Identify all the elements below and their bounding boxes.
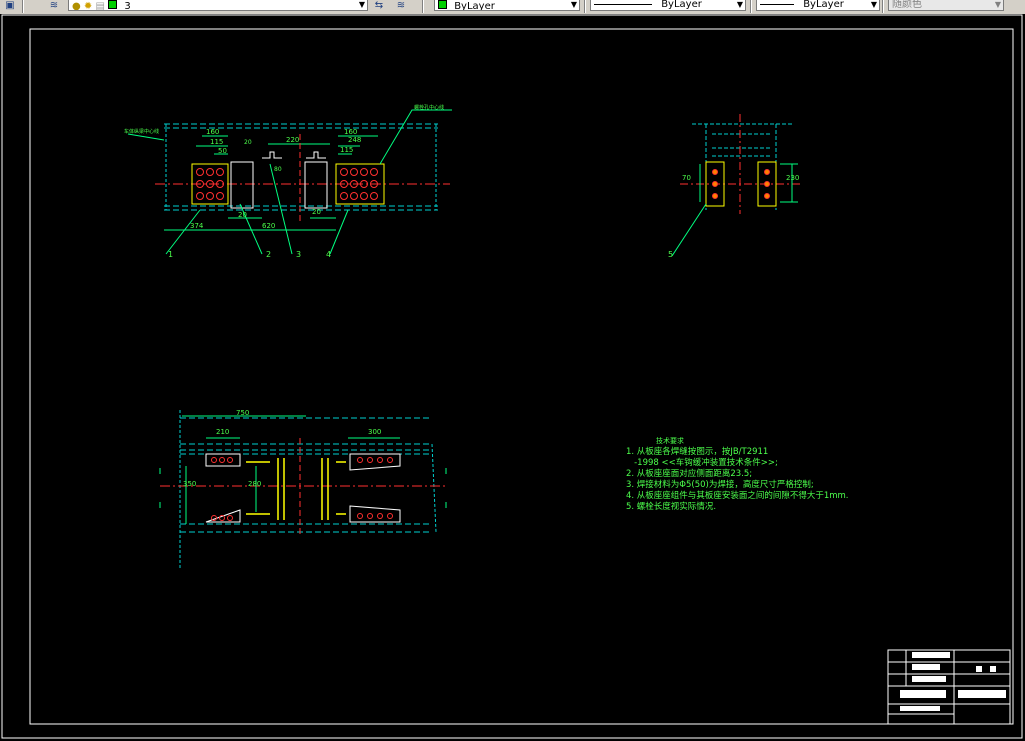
color-value: ByLayer [454, 1, 495, 11]
dim-80a: 80 [274, 166, 282, 173]
note-line-5: 4. 从板座座组件与其板座安装面之间的间隙不得大于1mm. [626, 491, 849, 501]
make-layer-current-icon[interactable]: ⇆ [371, 0, 387, 13]
layers-icon[interactable]: ≋ [46, 0, 62, 13]
balloon-2: 2 [266, 250, 272, 259]
linetype-combo[interactable]: ByLayer ▼ [590, 0, 746, 11]
dim-248: 248 [348, 136, 362, 144]
dim-300: 300 [368, 428, 382, 436]
lock-icon: ▤ [95, 1, 105, 11]
dim-374: 374 [190, 222, 204, 230]
top-view [127, 109, 452, 255]
title-block-fill [900, 652, 1006, 711]
dim-20a: 20 [244, 139, 252, 146]
layer-color-swatch [108, 0, 118, 9]
leader-top-right-label: 螺栓孔中心线 [414, 105, 445, 111]
dim-280: 280 [248, 480, 262, 488]
drawing-canvas[interactable]: 1 2 3 4 5 160 115 50 220 20 80 248 160 1… [0, 14, 1025, 741]
dim-20c: 20 [312, 208, 321, 216]
toolbar-separator [882, 0, 884, 13]
sun-icon: ✹ [83, 1, 93, 11]
dim-160: 160 [206, 128, 220, 136]
notes-title: 技术要求 [656, 437, 684, 445]
bulb-icon: ● [72, 1, 81, 11]
toolbar-separator [584, 0, 586, 13]
linetype-dropdown-arrow[interactable]: ▼ [736, 1, 744, 9]
dim-620: 620 [262, 222, 276, 230]
plotstyle-combo[interactable]: 随颜色 ▼ [888, 0, 1004, 11]
note-line-6: 5. 螺栓长度视实际情况. [626, 502, 717, 512]
dim-230: 230 [786, 174, 800, 182]
dim-50: 50 [218, 147, 227, 155]
plotstyle-value: 随颜色 [892, 0, 922, 10]
plotstyle-dropdown-arrow[interactable]: ▼ [994, 1, 1002, 9]
drawing-svg [1, 14, 1023, 739]
layer-value: 3 [124, 1, 131, 11]
dim-160r: 160 [344, 128, 358, 136]
properties-toolbar: ▣ ≋ ● ✹ ▤ 3 ▼ ⇆ ≋ ByLayer ▼ ByLayer ▼ By… [0, 0, 1025, 15]
dim-70: 70 [682, 174, 691, 182]
dim-210: 210 [216, 428, 230, 436]
layer-dropdown-arrow[interactable]: ▼ [358, 1, 366, 9]
dim-220: 220 [286, 136, 300, 144]
note-line-1: 1. 从板座各焊缝按图示，按JB/T2911 [626, 447, 769, 457]
notes-block: 1. 从板座各焊缝按图示，按JB/T2911 -1998 <<车钩缓冲装置技术条… [626, 447, 848, 513]
dim-115: 115 [210, 138, 224, 146]
linetype-preview [594, 3, 652, 5]
bottom-view-bolts [211, 457, 393, 521]
color-dropdown-arrow[interactable]: ▼ [570, 1, 578, 9]
lineweight-dropdown-arrow[interactable]: ▼ [870, 1, 878, 9]
dim-20b: 20 [238, 211, 247, 219]
title-block [887, 649, 1011, 725]
balloon-3: 3 [296, 250, 302, 259]
bottom-view [159, 410, 447, 570]
side-view [671, 114, 800, 257]
dim-350: 350 [183, 480, 197, 488]
dim-750: 750 [236, 409, 250, 417]
color-combo[interactable]: ByLayer ▼ [434, 0, 580, 11]
toolbar-separator [750, 0, 752, 13]
sheet-inner-frame [29, 28, 1014, 725]
dim-115r: 115 [340, 146, 354, 154]
note-line-4: 3. 焊接材料为Φ5(50)为焊接，高度尺寸严格控制; [626, 480, 814, 490]
toolbar-separator [22, 0, 24, 13]
lineweight-preview [760, 3, 794, 5]
note-line-3: 2. 从板座座面对应侧面距离23.5; [626, 469, 753, 479]
lineweight-value: ByLayer [803, 0, 844, 10]
balloon-4: 4 [326, 250, 332, 259]
color-swatch [438, 0, 447, 9]
layer-manager-icon[interactable]: ▣ [2, 0, 18, 13]
leader-left-label: 车体纵梁中心线 [124, 129, 160, 135]
layer-previous-icon[interactable]: ≋ [393, 0, 409, 13]
layer-combo[interactable]: ● ✹ ▤ 3 ▼ [68, 0, 368, 11]
balloon-1: 1 [168, 250, 174, 259]
balloon-5: 5 [668, 250, 674, 259]
toolbar-separator [422, 0, 424, 13]
sheet-outer-frame [1, 14, 1023, 739]
note-line-2: -1998 <<车钩缓冲装置技术条件>>; [626, 458, 778, 468]
linetype-value: ByLayer [661, 0, 702, 10]
lineweight-combo[interactable]: ByLayer ▼ [756, 0, 880, 11]
